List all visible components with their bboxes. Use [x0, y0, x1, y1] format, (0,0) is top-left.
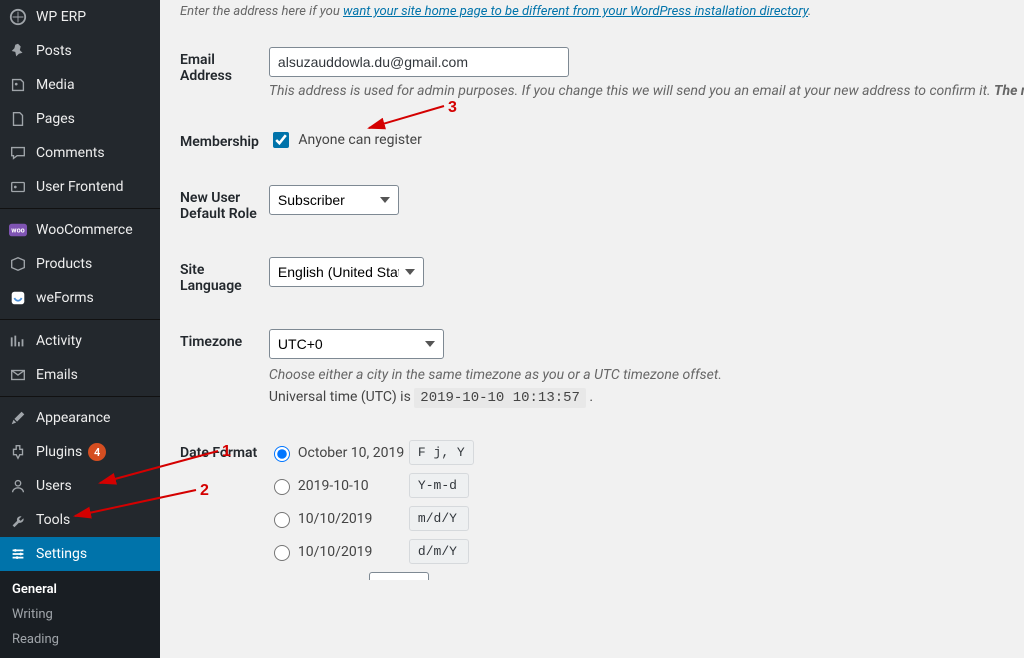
date-format-option[interactable]: 2019-10-10: [269, 476, 409, 495]
svg-text:woo: woo: [11, 226, 24, 235]
date-format-radio[interactable]: [274, 545, 290, 561]
site-address-docs-link[interactable]: want your site home page to be different…: [343, 4, 808, 19]
sidebar-item-label: Posts: [36, 43, 72, 59]
admin-email-input[interactable]: [269, 47, 569, 77]
sidebar-item-label: WP ERP: [36, 9, 86, 25]
field-label-email: Email Address: [180, 32, 269, 114]
settings-icon: [8, 544, 28, 564]
weforms-icon: [8, 288, 28, 308]
sidebar-item-emails[interactable]: Emails: [0, 358, 160, 392]
sidebar-item-user-frontend[interactable]: User Frontend: [0, 170, 160, 204]
utc-time-line: Universal time (UTC) is 2019-10-10 10:13…: [269, 389, 1024, 406]
comment-icon: [8, 143, 28, 163]
anyone-can-register-checkbox[interactable]: [273, 132, 289, 148]
update-count-badge: 4: [88, 443, 106, 461]
timezone-select[interactable]: UTC+0: [269, 329, 444, 359]
plugin-icon: [8, 442, 28, 462]
sidebar-item-media[interactable]: Media: [0, 68, 160, 102]
sidebar-item-activity[interactable]: Activity: [0, 324, 160, 358]
field-label-membership: Membership: [180, 114, 269, 170]
pushpin-icon: [8, 41, 28, 61]
admin-email-description: This address is used for admin purposes.…: [269, 83, 1024, 99]
field-label-default-role: New User Default Role: [180, 170, 269, 242]
field-label-site-language: Site Language: [180, 242, 269, 314]
woocommerce-icon: woo: [8, 220, 28, 240]
settings-general-form: Enter the address here if you want your …: [160, 0, 1024, 580]
utc-time-value: 2019-10-10 10:13:57: [414, 388, 586, 408]
date-format-radio[interactable]: [274, 512, 290, 528]
field-label-date-format: Date Format: [180, 425, 269, 580]
admin-sidebar: WP ERP Posts Media Pages Comments User F…: [0, 0, 160, 580]
submenu-item-writing[interactable]: Writing: [0, 602, 160, 627]
sidebar-item-woocommerce[interactable]: woo WooCommerce: [0, 213, 160, 247]
sidebar-item-label: weForms: [36, 290, 94, 306]
user-icon: [8, 476, 28, 496]
date-format-code: d/m/Y: [409, 539, 469, 564]
settings-submenu: General Writing Reading: [0, 571, 160, 658]
timezone-description: Choose either a city in the same timezon…: [269, 367, 1024, 383]
sidebar-item-label: Comments: [36, 145, 105, 161]
date-format-code: Y-m-d: [409, 473, 469, 498]
activity-icon: [8, 331, 28, 351]
sidebar-item-wp-erp[interactable]: WP ERP: [0, 0, 160, 34]
sidebar-item-label: Emails: [36, 367, 78, 383]
id-card-icon: [8, 177, 28, 197]
sidebar-item-comments[interactable]: Comments: [0, 136, 160, 170]
sidebar-item-label: Tools: [36, 512, 70, 528]
sidebar-item-plugins[interactable]: Plugins 4: [0, 435, 160, 469]
sidebar-item-label: Pages: [36, 111, 75, 127]
date-format-option[interactable]: October 10, 2019: [269, 443, 409, 462]
date-format-radio[interactable]: [274, 446, 290, 462]
date-format-option[interactable]: 10/10/2019: [269, 542, 409, 561]
default-role-select[interactable]: Subscriber: [269, 185, 399, 215]
sidebar-item-posts[interactable]: Posts: [0, 34, 160, 68]
date-format-custom-input[interactable]: [369, 572, 429, 580]
field-label-timezone: Timezone: [180, 314, 269, 425]
media-icon: [8, 75, 28, 95]
site-address-hint: Enter the address here if you want your …: [180, 4, 1004, 19]
sidebar-item-users[interactable]: Users: [0, 469, 160, 503]
sidebar-item-settings[interactable]: Settings: [0, 537, 160, 571]
envelope-icon: [8, 365, 28, 385]
sidebar-item-label: User Frontend: [36, 179, 123, 195]
date-format-code: m/d/Y: [409, 506, 469, 531]
date-format-radio[interactable]: [274, 479, 290, 495]
submenu-item-reading[interactable]: Reading: [0, 627, 160, 652]
sidebar-item-products[interactable]: Products: [0, 247, 160, 281]
date-format-code: F j, Y: [409, 440, 474, 465]
sidebar-item-label: Plugins: [36, 444, 82, 460]
sidebar-item-label: Users: [36, 478, 72, 494]
brush-icon: [8, 408, 28, 428]
sidebar-item-label: WooCommerce: [36, 222, 133, 238]
erp-icon: [8, 7, 28, 27]
membership-checkbox-label[interactable]: Anyone can register: [269, 132, 422, 148]
box-icon: [8, 254, 28, 274]
site-language-select[interactable]: English (United States): [269, 257, 424, 287]
date-format-option[interactable]: 10/10/2019: [269, 509, 409, 528]
sidebar-item-label: Settings: [36, 546, 87, 562]
sidebar-item-weforms[interactable]: weForms: [0, 281, 160, 315]
sidebar-item-appearance[interactable]: Appearance: [0, 401, 160, 435]
sidebar-item-label: Activity: [36, 333, 82, 349]
submenu-item-general[interactable]: General: [0, 577, 160, 602]
sidebar-item-label: Products: [36, 256, 92, 272]
wrench-icon: [8, 510, 28, 530]
sidebar-item-label: Appearance: [36, 410, 110, 426]
sidebar-item-label: Media: [36, 77, 75, 93]
page-icon: [8, 109, 28, 129]
sidebar-item-pages[interactable]: Pages: [0, 102, 160, 136]
sidebar-item-tools[interactable]: Tools: [0, 503, 160, 537]
